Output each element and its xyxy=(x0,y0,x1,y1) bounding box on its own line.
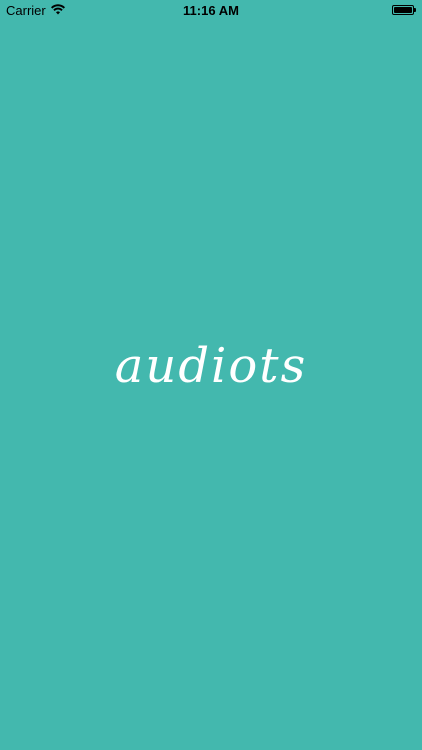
app-logo: audiots xyxy=(114,338,308,394)
battery-tip xyxy=(414,8,416,12)
battery-fill xyxy=(394,7,412,13)
status-bar: Carrier 11:16 AM xyxy=(0,0,422,22)
status-time: 11:16 AM xyxy=(183,3,239,18)
splash-screen: Carrier 11:16 AM audiots xyxy=(0,0,422,750)
battery-icon xyxy=(392,5,416,15)
